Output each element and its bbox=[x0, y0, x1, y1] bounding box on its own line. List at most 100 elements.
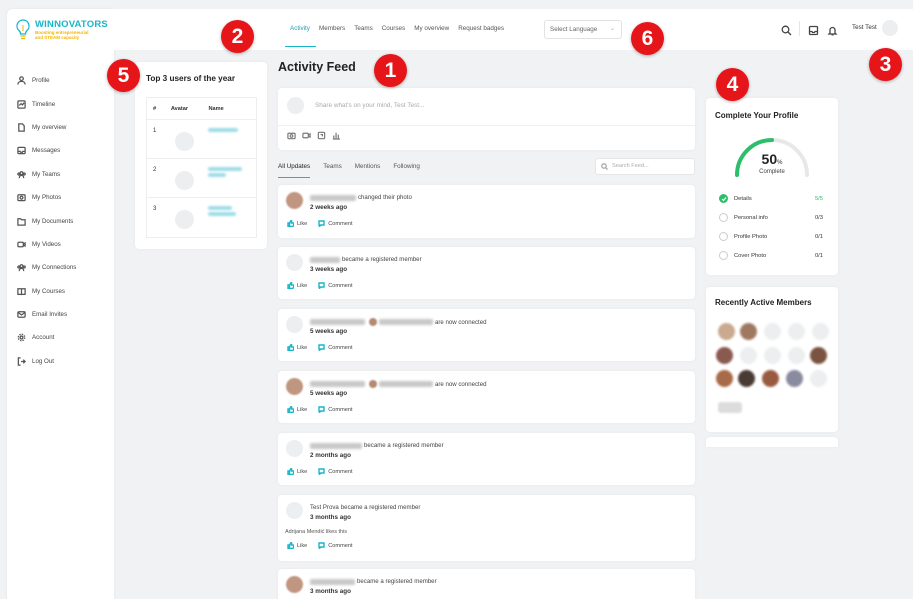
comment-button[interactable]: Comment bbox=[318, 542, 353, 549]
member-avatar[interactable] bbox=[740, 323, 757, 340]
sidebar-item-my-courses[interactable]: My Courses bbox=[17, 280, 115, 303]
user-link[interactable] bbox=[310, 381, 365, 387]
post-composer[interactable]: Share what's on your mind, Test Test... bbox=[278, 88, 695, 150]
user-link[interactable]: Test Prova bbox=[310, 504, 339, 511]
table-row: 2 bbox=[147, 159, 256, 198]
tab-mentions[interactable]: Mentions bbox=[355, 158, 381, 178]
user-link[interactable] bbox=[310, 194, 356, 201]
avatar[interactable] bbox=[286, 502, 303, 519]
member-avatar[interactable] bbox=[786, 370, 803, 387]
member-avatar[interactable] bbox=[740, 347, 757, 364]
avatar[interactable] bbox=[882, 20, 898, 36]
sidebar-item-my-documents[interactable]: My Documents bbox=[17, 209, 115, 232]
sidebar-item-timeline[interactable]: Timeline bbox=[17, 92, 115, 115]
tab-my-overview[interactable]: My overview bbox=[414, 9, 458, 50]
member-avatar[interactable] bbox=[762, 370, 779, 387]
profile-field-cover-photo[interactable]: Cover Photo 0/1 bbox=[719, 251, 823, 260]
like-button[interactable]: Like bbox=[287, 344, 307, 351]
avatar[interactable] bbox=[174, 132, 194, 151]
post-likes[interactable]: Adrijana Mendić likes this bbox=[285, 529, 347, 535]
sidebar-item-profile[interactable]: Profile bbox=[17, 69, 115, 92]
sidebar-item-my-overview[interactable]: My overview bbox=[17, 116, 115, 139]
avatar[interactable] bbox=[286, 440, 303, 457]
camera-icon[interactable] bbox=[287, 131, 296, 140]
sidebar-item-messages[interactable]: Messages bbox=[17, 139, 115, 162]
member-avatar[interactable] bbox=[810, 347, 827, 364]
member-avatar[interactable] bbox=[788, 347, 805, 364]
sidebar-item-my-teams[interactable]: My Teams bbox=[17, 163, 115, 186]
user-link[interactable] bbox=[208, 167, 243, 171]
like-button[interactable]: Like bbox=[287, 468, 307, 475]
sidebar-item-my-connections[interactable]: My Connections bbox=[17, 256, 115, 279]
tab-courses[interactable]: Courses bbox=[382, 9, 414, 50]
sidebar-item-my-photos[interactable]: My Photos bbox=[17, 186, 115, 209]
comment-button[interactable]: Comment bbox=[318, 344, 353, 351]
user-link[interactable] bbox=[310, 256, 340, 263]
member-avatar[interactable] bbox=[738, 370, 755, 387]
comment-button[interactable]: Comment bbox=[318, 406, 353, 413]
sidebar-item-email-invites[interactable]: Email Invites bbox=[17, 303, 115, 326]
search-icon[interactable] bbox=[781, 23, 792, 36]
member-avatar[interactable] bbox=[764, 323, 781, 340]
user-link[interactable] bbox=[379, 319, 433, 325]
tab-request-badges[interactable]: Request badges bbox=[458, 9, 513, 50]
tab-all-updates[interactable]: All Updates bbox=[278, 158, 311, 178]
like-button[interactable]: Like bbox=[287, 282, 307, 289]
member-avatar[interactable] bbox=[716, 370, 733, 387]
member-avatar[interactable] bbox=[788, 323, 805, 340]
member-avatar[interactable] bbox=[810, 370, 827, 387]
comment-button[interactable]: Comment bbox=[318, 468, 353, 475]
brand-logo[interactable]: WINNOVATORS Boosting entrepreneurial and… bbox=[15, 19, 108, 43]
avatar[interactable] bbox=[286, 192, 303, 209]
user-link-line[interactable] bbox=[208, 212, 237, 216]
member-avatar[interactable] bbox=[812, 323, 829, 340]
profile-field-details[interactable]: Details 5/5 bbox=[719, 194, 823, 203]
like-button[interactable]: Like bbox=[287, 542, 307, 549]
member-avatar[interactable] bbox=[718, 323, 735, 340]
user-link[interactable] bbox=[208, 206, 233, 210]
activity-post: are now connected 5 weeks ago Like Commen… bbox=[278, 371, 695, 423]
chevron-down-icon: ⌄ bbox=[609, 26, 615, 32]
sidebar-item-label: Messages bbox=[32, 147, 61, 155]
like-button[interactable]: Like bbox=[287, 220, 307, 227]
avatar[interactable] bbox=[286, 316, 303, 333]
sidebar-item-account[interactable]: Account bbox=[17, 326, 115, 349]
like-button[interactable]: Like bbox=[287, 406, 307, 413]
comment-button[interactable]: Comment bbox=[318, 220, 353, 227]
inbox-icon[interactable] bbox=[808, 23, 819, 36]
video-icon[interactable] bbox=[302, 131, 311, 140]
comment-button[interactable]: Comment bbox=[318, 282, 353, 289]
tab-activity[interactable]: Activity bbox=[285, 9, 319, 50]
feed-search-input[interactable]: Search Feed... bbox=[595, 158, 695, 175]
user-link[interactable] bbox=[208, 128, 239, 132]
profile-field-personal-info[interactable]: Personal info 0/3 bbox=[719, 213, 823, 222]
member-avatar[interactable] bbox=[716, 347, 733, 364]
user-link[interactable] bbox=[379, 381, 433, 387]
avatar[interactable] bbox=[286, 254, 303, 271]
sidebar-item-my-videos[interactable]: My Videos bbox=[17, 233, 115, 256]
tab-teams-feed[interactable]: Teams bbox=[323, 158, 342, 178]
poll-icon[interactable] bbox=[332, 131, 341, 140]
user-link[interactable] bbox=[310, 442, 362, 449]
avatar[interactable] bbox=[286, 576, 303, 593]
tab-members[interactable]: Members bbox=[319, 9, 354, 50]
book-icon bbox=[17, 287, 26, 295]
user-link[interactable] bbox=[310, 578, 355, 585]
see-all-button[interactable] bbox=[718, 402, 742, 413]
gif-icon[interactable] bbox=[317, 131, 326, 140]
sidebar-item-log-out[interactable]: Log Out bbox=[17, 350, 115, 373]
avatar[interactable] bbox=[174, 171, 194, 190]
avatar[interactable] bbox=[286, 378, 303, 395]
profile-field-profile-photo[interactable]: Profile Photo 0/1 bbox=[719, 232, 823, 241]
composer-placeholder[interactable]: Share what's on your mind, Test Test... bbox=[315, 102, 424, 109]
language-select[interactable]: Select Language ⌄ bbox=[544, 20, 622, 39]
tab-following[interactable]: Following bbox=[393, 158, 420, 178]
user-link[interactable] bbox=[310, 319, 365, 325]
user-name[interactable]: Test Test bbox=[852, 24, 877, 31]
avatar[interactable] bbox=[174, 210, 194, 229]
user-link-line[interactable] bbox=[208, 173, 227, 177]
field-progress: 0/1 bbox=[814, 252, 823, 259]
tab-teams[interactable]: Teams bbox=[354, 9, 382, 50]
member-avatar[interactable] bbox=[764, 347, 781, 364]
bell-icon[interactable] bbox=[827, 23, 838, 36]
